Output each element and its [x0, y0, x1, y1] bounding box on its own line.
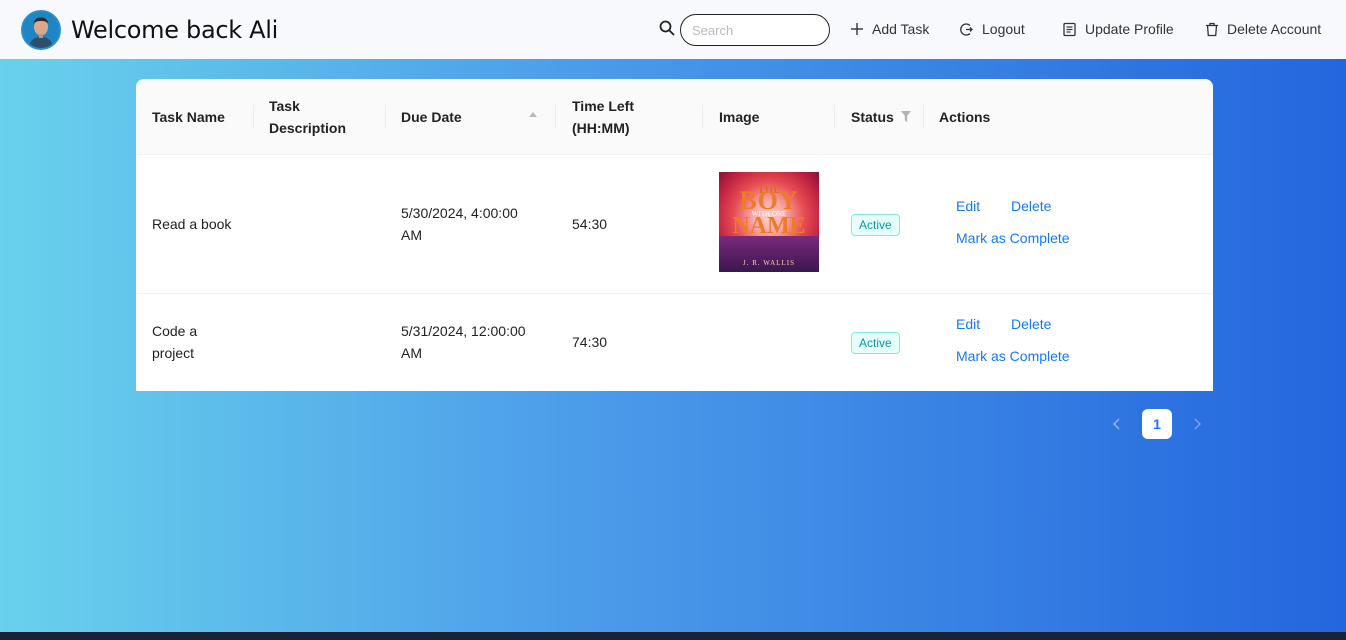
edit-link[interactable]: Edit	[956, 316, 980, 332]
add-task-button[interactable]: Add Task	[850, 19, 929, 39]
due-date-line1: 5/30/2024, 4:00:00	[401, 205, 518, 221]
delete-account-button[interactable]: Delete Account	[1205, 19, 1321, 39]
plus-icon	[851, 23, 863, 35]
table-header: Task Name Task Description Due Date Time…	[136, 79, 1213, 155]
due-date-line1: 5/31/2024, 12:00:00	[401, 323, 526, 339]
column-separator	[555, 105, 556, 129]
task-name: Read a book	[152, 216, 232, 232]
delete-link[interactable]: Delete	[1011, 316, 1051, 332]
due-date: 5/30/2024, 4:00:00 AM	[401, 202, 518, 246]
task-name: Code a project	[152, 320, 197, 364]
main-area: Task Name Task Description Due Date Time…	[0, 59, 1346, 632]
mark-complete-link[interactable]: Mark as Complete	[956, 230, 1070, 246]
trash-icon	[1206, 22, 1218, 36]
search-input[interactable]	[680, 14, 830, 46]
column-task-description-line1: Task	[269, 98, 300, 114]
logout-label: Logout	[982, 21, 1025, 37]
column-time-left-line1: Time Left	[572, 98, 634, 114]
search-icon[interactable]	[659, 20, 675, 36]
edit-link[interactable]: Edit	[956, 198, 980, 214]
add-task-label: Add Task	[872, 21, 930, 37]
taskbar-strip	[0, 632, 1346, 640]
update-profile-button[interactable]: Update Profile	[1062, 19, 1174, 39]
due-date-line2: AM	[401, 345, 422, 361]
page-1-button[interactable]: 1	[1142, 409, 1172, 439]
chevron-right-icon[interactable]	[1191, 417, 1203, 431]
book-author: J. R. WALLIS	[743, 259, 795, 267]
filter-icon[interactable]	[901, 111, 911, 122]
status-badge: Active	[851, 332, 900, 354]
profile-icon	[1063, 22, 1076, 36]
due-date-line2: AM	[401, 227, 422, 243]
column-separator	[923, 105, 924, 129]
task-table: Task Name Task Description Due Date Time…	[136, 79, 1213, 391]
column-image: Image	[719, 109, 760, 125]
logout-button[interactable]: Logout	[959, 19, 1025, 39]
sort-icon[interactable]	[529, 112, 537, 117]
task-name-line2: project	[152, 345, 195, 361]
mark-complete-link[interactable]: Mark as Complete	[956, 348, 1070, 364]
time-left: 74:30	[572, 334, 608, 350]
time-left: 54:30	[572, 216, 608, 232]
column-separator	[253, 105, 254, 129]
status-badge: Active	[851, 214, 900, 236]
logout-icon	[960, 22, 973, 36]
column-task-description: Task Description	[269, 79, 346, 155]
header: Welcome back Ali Add Task Logout Update …	[0, 0, 1346, 59]
table-row: Code a project 5/31/2024, 12:00:00 AM 74…	[136, 294, 1213, 391]
column-task-name: Task Name	[152, 109, 225, 125]
avatar-image	[23, 12, 59, 48]
column-separator	[702, 105, 703, 129]
column-separator	[385, 105, 386, 129]
due-date: 5/31/2024, 12:00:00 AM	[401, 320, 526, 364]
column-task-description-line2: Description	[269, 120, 347, 136]
delete-account-label: Delete Account	[1227, 21, 1322, 37]
column-time-left-line2: (HH:MM)	[572, 120, 630, 136]
column-actions: Actions	[939, 109, 991, 125]
task-image: THE BOY WITH ONE NAME J. R. WALLIS	[719, 172, 819, 272]
book-title-name: NAME	[732, 213, 806, 239]
delete-link[interactable]: Delete	[1011, 198, 1051, 214]
column-separator	[834, 105, 835, 129]
task-name-line1: Code a	[152, 323, 198, 339]
update-profile-label: Update Profile	[1085, 21, 1174, 37]
avatar[interactable]	[21, 10, 61, 50]
table-row: Read a book 5/30/2024, 4:00:00 AM 54:30 …	[136, 155, 1213, 294]
welcome-title: Welcome back Ali	[71, 16, 279, 44]
column-due-date[interactable]: Due Date	[401, 79, 462, 155]
column-time-left: Time Left (HH:MM)	[572, 79, 634, 155]
column-status: Status	[851, 109, 894, 125]
chevron-left-icon[interactable]	[1111, 417, 1123, 431]
